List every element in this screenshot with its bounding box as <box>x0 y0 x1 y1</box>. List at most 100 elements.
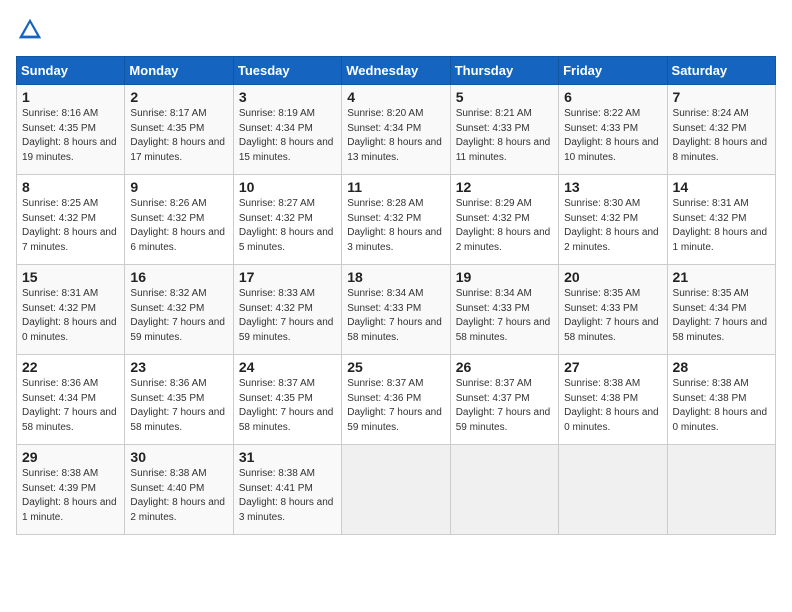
day-number: 6 <box>564 89 661 105</box>
calendar-cell: 25 Sunrise: 8:37 AMSunset: 4:36 PMDayligh… <box>342 355 450 445</box>
calendar-cell: 14 Sunrise: 8:31 AMSunset: 4:32 PMDayligh… <box>667 175 775 265</box>
calendar-week-row: 15Sunrise: 8:31 AMSunset: 4:32 PMDayligh… <box>17 265 776 355</box>
day-detail: Sunrise: 8:19 AMSunset: 4:34 PMDaylight:… <box>239 107 336 165</box>
day-detail: Sunrise: 8:17 AMSunset: 4:35 PMDaylight:… <box>130 107 227 165</box>
day-detail: Sunrise: 8:26 AMSunset: 4:32 PMDaylight:… <box>130 197 227 255</box>
calendar-cell: 28Sunrise: 8:38 AMSunset: 4:38 PMDayligh… <box>667 355 775 445</box>
weekday-header: Wednesday <box>342 57 450 85</box>
weekday-header: Tuesday <box>233 57 341 85</box>
day-number: 31 <box>239 449 336 465</box>
day-detail: Sunrise: 8:32 AMSunset: 4:32 PMDaylight:… <box>130 287 227 345</box>
day-detail: Sunrise: 8:30 AMSunset: 4:32 PMDaylight:… <box>564 197 661 255</box>
day-number: 16 <box>130 269 227 285</box>
day-detail: Sunrise: 8:37 AMSunset: 4:36 PMDaylight:… <box>347 377 444 435</box>
day-number: 26 <box>456 359 553 375</box>
day-number: 27 <box>564 359 661 375</box>
calendar-cell <box>667 445 775 535</box>
calendar-cell: 29 Sunrise: 8:38 AMSunset: 4:39 PMDayligh… <box>17 445 125 535</box>
weekday-header: Sunday <box>17 57 125 85</box>
weekday-header: Saturday <box>667 57 775 85</box>
calendar-cell: 22Sunrise: 8:36 AMSunset: 4:34 PMDayligh… <box>17 355 125 445</box>
calendar-cell: 24 Sunrise: 8:37 AMSunset: 4:35 PMDayligh… <box>233 355 341 445</box>
day-number: 11 <box>347 179 444 195</box>
day-number: 8 <box>22 179 119 195</box>
calendar-cell: 11 Sunrise: 8:28 AMSunset: 4:32 PMDayligh… <box>342 175 450 265</box>
day-number: 14 <box>673 179 770 195</box>
day-detail: Sunrise: 8:24 AMSunset: 4:32 PMDaylight:… <box>673 107 770 165</box>
calendar-cell: 2 Sunrise: 8:17 AMSunset: 4:35 PMDaylight… <box>125 85 233 175</box>
day-number: 25 <box>347 359 444 375</box>
calendar-cell: 1Sunrise: 8:16 AMSunset: 4:35 PMDaylight… <box>17 85 125 175</box>
day-detail: Sunrise: 8:16 AMSunset: 4:35 PMDaylight:… <box>22 107 119 165</box>
calendar-cell: 4Sunrise: 8:20 AMSunset: 4:34 PMDaylight… <box>342 85 450 175</box>
day-detail: Sunrise: 8:29 AMSunset: 4:32 PMDaylight:… <box>456 197 553 255</box>
day-number: 18 <box>347 269 444 285</box>
calendar-cell: 31 Sunrise: 8:38 AMSunset: 4:41 PMDayligh… <box>233 445 341 535</box>
day-detail: Sunrise: 8:35 AMSunset: 4:34 PMDaylight:… <box>673 287 770 345</box>
day-number: 7 <box>673 89 770 105</box>
day-number: 10 <box>239 179 336 195</box>
weekday-header: Friday <box>559 57 667 85</box>
calendar-week-row: 1Sunrise: 8:16 AMSunset: 4:35 PMDaylight… <box>17 85 776 175</box>
day-detail: Sunrise: 8:33 AMSunset: 4:32 PMDaylight:… <box>239 287 336 345</box>
calendar-cell: 17Sunrise: 8:33 AMSunset: 4:32 PMDayligh… <box>233 265 341 355</box>
calendar-cell: 8Sunrise: 8:25 AMSunset: 4:32 PMDaylight… <box>17 175 125 265</box>
day-detail: Sunrise: 8:31 AMSunset: 4:32 PMDaylight:… <box>22 287 119 345</box>
calendar-cell: 21 Sunrise: 8:35 AMSunset: 4:34 PMDayligh… <box>667 265 775 355</box>
day-detail: Sunrise: 8:38 AMSunset: 4:39 PMDaylight:… <box>22 467 119 525</box>
day-number: 2 <box>130 89 227 105</box>
day-number: 19 <box>456 269 553 285</box>
weekday-header: Thursday <box>450 57 558 85</box>
day-number: 5 <box>456 89 553 105</box>
day-number: 3 <box>239 89 336 105</box>
day-number: 24 <box>239 359 336 375</box>
calendar-cell: 10Sunrise: 8:27 AMSunset: 4:32 PMDayligh… <box>233 175 341 265</box>
day-number: 13 <box>564 179 661 195</box>
day-detail: Sunrise: 8:22 AMSunset: 4:33 PMDaylight:… <box>564 107 661 165</box>
calendar-week-row: 22Sunrise: 8:36 AMSunset: 4:34 PMDayligh… <box>17 355 776 445</box>
calendar-cell: 27 Sunrise: 8:38 AMSunset: 4:38 PMDayligh… <box>559 355 667 445</box>
calendar-cell: 15Sunrise: 8:31 AMSunset: 4:32 PMDayligh… <box>17 265 125 355</box>
calendar-cell: 18 Sunrise: 8:34 AMSunset: 4:33 PMDayligh… <box>342 265 450 355</box>
day-detail: Sunrise: 8:38 AMSunset: 4:40 PMDaylight:… <box>130 467 227 525</box>
day-detail: Sunrise: 8:35 AMSunset: 4:33 PMDaylight:… <box>564 287 661 345</box>
day-detail: Sunrise: 8:37 AMSunset: 4:37 PMDaylight:… <box>456 377 553 435</box>
day-detail: Sunrise: 8:38 AMSunset: 4:38 PMDaylight:… <box>564 377 661 435</box>
calendar-cell: 12 Sunrise: 8:29 AMSunset: 4:32 PMDayligh… <box>450 175 558 265</box>
day-number: 21 <box>673 269 770 285</box>
calendar-cell: 5 Sunrise: 8:21 AMSunset: 4:33 PMDaylight… <box>450 85 558 175</box>
calendar-cell <box>342 445 450 535</box>
day-number: 23 <box>130 359 227 375</box>
weekday-header: Monday <box>125 57 233 85</box>
day-number: 4 <box>347 89 444 105</box>
day-number: 20 <box>564 269 661 285</box>
day-number: 22 <box>22 359 119 375</box>
calendar-cell: 30Sunrise: 8:38 AMSunset: 4:40 PMDayligh… <box>125 445 233 535</box>
calendar-cell: 6 Sunrise: 8:22 AMSunset: 4:33 PMDaylight… <box>559 85 667 175</box>
day-number: 9 <box>130 179 227 195</box>
day-detail: Sunrise: 8:34 AMSunset: 4:33 PMDaylight:… <box>347 287 444 345</box>
calendar-cell: 16 Sunrise: 8:32 AMSunset: 4:32 PMDayligh… <box>125 265 233 355</box>
calendar-table: SundayMondayTuesdayWednesdayThursdayFrid… <box>16 56 776 535</box>
calendar-cell: 26 Sunrise: 8:37 AMSunset: 4:37 PMDayligh… <box>450 355 558 445</box>
calendar-cell: 23 Sunrise: 8:36 AMSunset: 4:35 PMDayligh… <box>125 355 233 445</box>
page-header <box>16 16 776 44</box>
calendar-cell: 13 Sunrise: 8:30 AMSunset: 4:32 PMDayligh… <box>559 175 667 265</box>
logo-icon <box>16 16 44 44</box>
day-number: 12 <box>456 179 553 195</box>
calendar-cell: 7 Sunrise: 8:24 AMSunset: 4:32 PMDaylight… <box>667 85 775 175</box>
day-detail: Sunrise: 8:28 AMSunset: 4:32 PMDaylight:… <box>347 197 444 255</box>
day-detail: Sunrise: 8:36 AMSunset: 4:35 PMDaylight:… <box>130 377 227 435</box>
day-detail: Sunrise: 8:38 AMSunset: 4:38 PMDaylight:… <box>673 377 770 435</box>
day-detail: Sunrise: 8:38 AMSunset: 4:41 PMDaylight:… <box>239 467 336 525</box>
day-detail: Sunrise: 8:31 AMSunset: 4:32 PMDaylight:… <box>673 197 770 255</box>
day-detail: Sunrise: 8:21 AMSunset: 4:33 PMDaylight:… <box>456 107 553 165</box>
calendar-cell: 20 Sunrise: 8:35 AMSunset: 4:33 PMDayligh… <box>559 265 667 355</box>
day-detail: Sunrise: 8:37 AMSunset: 4:35 PMDaylight:… <box>239 377 336 435</box>
calendar-cell <box>559 445 667 535</box>
calendar-cell: 3 Sunrise: 8:19 AMSunset: 4:34 PMDaylight… <box>233 85 341 175</box>
day-number: 29 <box>22 449 119 465</box>
calendar-cell: 9 Sunrise: 8:26 AMSunset: 4:32 PMDaylight… <box>125 175 233 265</box>
calendar-week-row: 29 Sunrise: 8:38 AMSunset: 4:39 PMDayligh… <box>17 445 776 535</box>
day-detail: Sunrise: 8:34 AMSunset: 4:33 PMDaylight:… <box>456 287 553 345</box>
